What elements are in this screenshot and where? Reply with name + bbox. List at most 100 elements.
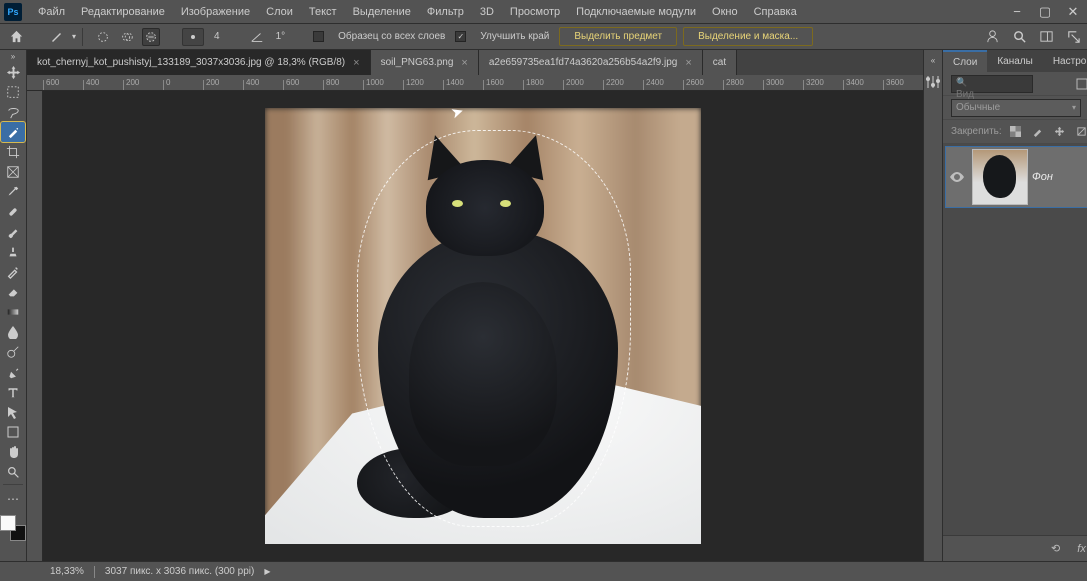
layer-name-label[interactable]: Фон <box>1032 171 1087 183</box>
ruler-tick: 2000 <box>563 80 603 90</box>
sample-all-layers-checkbox[interactable] <box>313 31 324 42</box>
history-brush-tool[interactable] <box>1 262 25 282</box>
link-layers-icon[interactable]: ⟲ <box>1048 541 1064 557</box>
brush-tool[interactable] <box>1 222 25 242</box>
workspace-icon[interactable] <box>1039 29 1054 44</box>
gradient-tool[interactable] <box>1 302 25 322</box>
menu-image[interactable]: Изображение <box>173 0 258 23</box>
eraser-tool[interactable] <box>1 282 25 302</box>
ruler-tick: 3000 <box>763 80 803 90</box>
brush-size-value[interactable]: 4 <box>210 31 224 42</box>
panel-tab-brush-settings[interactable]: Настройка кисти <box>1043 50 1087 72</box>
visibility-eye-icon[interactable] <box>949 169 965 185</box>
menu-type[interactable]: Текст <box>301 0 345 23</box>
menu-3d[interactable]: 3D <box>472 0 502 23</box>
healing-brush-tool[interactable] <box>1 202 25 222</box>
tool-preset-picker[interactable] <box>48 28 66 46</box>
blend-mode-value: Обычные <box>956 102 1000 113</box>
dodge-tool[interactable] <box>1 342 25 362</box>
layer-fx-icon[interactable]: fx <box>1074 541 1087 557</box>
sample-all-layers-label: Образец со всех слоев <box>334 31 449 42</box>
ruler-tick: 1400 <box>443 80 483 90</box>
quick-select-new-icon[interactable] <box>94 28 112 46</box>
hand-tool[interactable] <box>1 442 25 462</box>
angle-icon <box>248 28 266 46</box>
adjustments-icon[interactable] <box>924 73 942 91</box>
select-and-mask-button[interactable]: Выделение и маска... <box>683 27 813 46</box>
document-tab-3[interactable]: a2e659735ea1fd74a3620a256b54a2f9.jpg × <box>479 50 703 75</box>
ruler-tick: 1200 <box>403 80 443 90</box>
document-tab-1[interactable]: kot_chernyj_kot_pushistyj_133189_3037x30… <box>27 50 371 75</box>
lock-nested-icon[interactable] <box>1074 124 1087 140</box>
document-dimensions[interactable]: 3037 пикс. x 3036 пикс. (300 ppi) <box>105 566 254 577</box>
crop-tool[interactable] <box>1 142 25 162</box>
lock-position-icon[interactable] <box>1052 124 1068 140</box>
marquee-tool[interactable] <box>1 82 25 102</box>
quick-select-subtract-icon[interactable] <box>142 28 160 46</box>
menu-layer[interactable]: Слои <box>258 0 301 23</box>
document-tab-2[interactable]: soil_PNG63.png × <box>371 50 479 75</box>
brush-preview-icon[interactable] <box>182 28 204 46</box>
home-icon[interactable] <box>6 27 26 47</box>
foreground-color-swatch[interactable] <box>0 515 16 531</box>
lock-transparency-icon[interactable] <box>1008 124 1024 140</box>
window-minimize-button[interactable]: − <box>1003 0 1031 24</box>
close-icon[interactable]: × <box>353 57 359 69</box>
menu-file[interactable]: Файл <box>30 0 73 23</box>
select-subject-button[interactable]: Выделить предмет <box>559 27 677 46</box>
color-swatches[interactable] <box>0 515 26 541</box>
refine-edge-checkbox[interactable] <box>455 31 466 42</box>
cloud-docs-icon[interactable] <box>985 29 1000 44</box>
photoshop-logo: Ps <box>4 3 22 21</box>
window-close-button[interactable]: ✕ <box>1059 0 1087 24</box>
lock-image-icon[interactable] <box>1030 124 1046 140</box>
share-icon[interactable] <box>1066 29 1081 44</box>
filter-pixel-icon[interactable] <box>1074 76 1087 92</box>
menu-edit[interactable]: Редактирование <box>73 0 173 23</box>
pen-tool[interactable] <box>1 362 25 382</box>
quick-select-add-icon[interactable] <box>118 28 136 46</box>
document-tab-title: soil_PNG63.png <box>381 57 454 68</box>
ruler-tick: 200 <box>123 80 163 90</box>
ruler-tick: 1600 <box>483 80 523 90</box>
eyedropper-tool[interactable] <box>1 182 25 202</box>
move-tool[interactable] <box>1 62 25 82</box>
ruler-tick: 1000 <box>363 80 403 90</box>
rectangle-tool[interactable] <box>1 422 25 442</box>
ruler-horizontal[interactable]: 6004002000200400600800100012001400160018… <box>27 75 923 91</box>
ruler-vertical[interactable] <box>27 91 43 561</box>
close-icon[interactable]: × <box>685 57 691 69</box>
menu-select[interactable]: Выделение <box>345 0 419 23</box>
search-icon[interactable] <box>1012 29 1027 44</box>
layer-item[interactable]: Фон <box>945 146 1087 208</box>
layer-thumbnail[interactable] <box>972 149 1028 205</box>
toolstrip-expand-icon[interactable]: » <box>11 52 15 62</box>
quick-selection-tool[interactable] <box>1 122 25 142</box>
panel-tab-layers[interactable]: Слои <box>943 50 987 72</box>
menu-window[interactable]: Окно <box>704 0 746 23</box>
close-icon[interactable]: × <box>461 57 467 69</box>
lasso-tool[interactable] <box>1 102 25 122</box>
menu-help[interactable]: Справка <box>746 0 805 23</box>
panel-tab-channels[interactable]: Каналы <box>987 50 1043 72</box>
canvas-area[interactable] <box>43 91 923 561</box>
menu-plugins[interactable]: Подключаемые модули <box>568 0 704 23</box>
zoom-level-value[interactable]: 18,33% <box>50 566 84 577</box>
edit-toolbar-icon[interactable]: ⋯ <box>1 489 25 509</box>
path-selection-tool[interactable] <box>1 402 25 422</box>
document-tab-4[interactable]: cat <box>703 50 737 75</box>
frame-tool[interactable] <box>1 162 25 182</box>
layer-filter-input[interactable]: 🔍 <box>951 75 1033 93</box>
collapsed-expand-icon[interactable]: « <box>931 56 935 65</box>
zoom-tool[interactable] <box>1 462 25 482</box>
blur-tool[interactable] <box>1 322 25 342</box>
menu-filter[interactable]: Фильтр <box>419 0 472 23</box>
blend-mode-select[interactable]: Обычные ▾ <box>951 99 1081 117</box>
angle-value[interactable]: 1° <box>272 31 290 42</box>
chevron-down-icon[interactable]: ▾ <box>72 32 76 41</box>
type-tool[interactable] <box>1 382 25 402</box>
window-maximize-button[interactable]: ▢ <box>1031 0 1059 24</box>
menu-view[interactable]: Просмотр <box>502 0 568 23</box>
clone-stamp-tool[interactable] <box>1 242 25 262</box>
status-info-chevron-icon[interactable]: ▶ <box>264 567 270 576</box>
